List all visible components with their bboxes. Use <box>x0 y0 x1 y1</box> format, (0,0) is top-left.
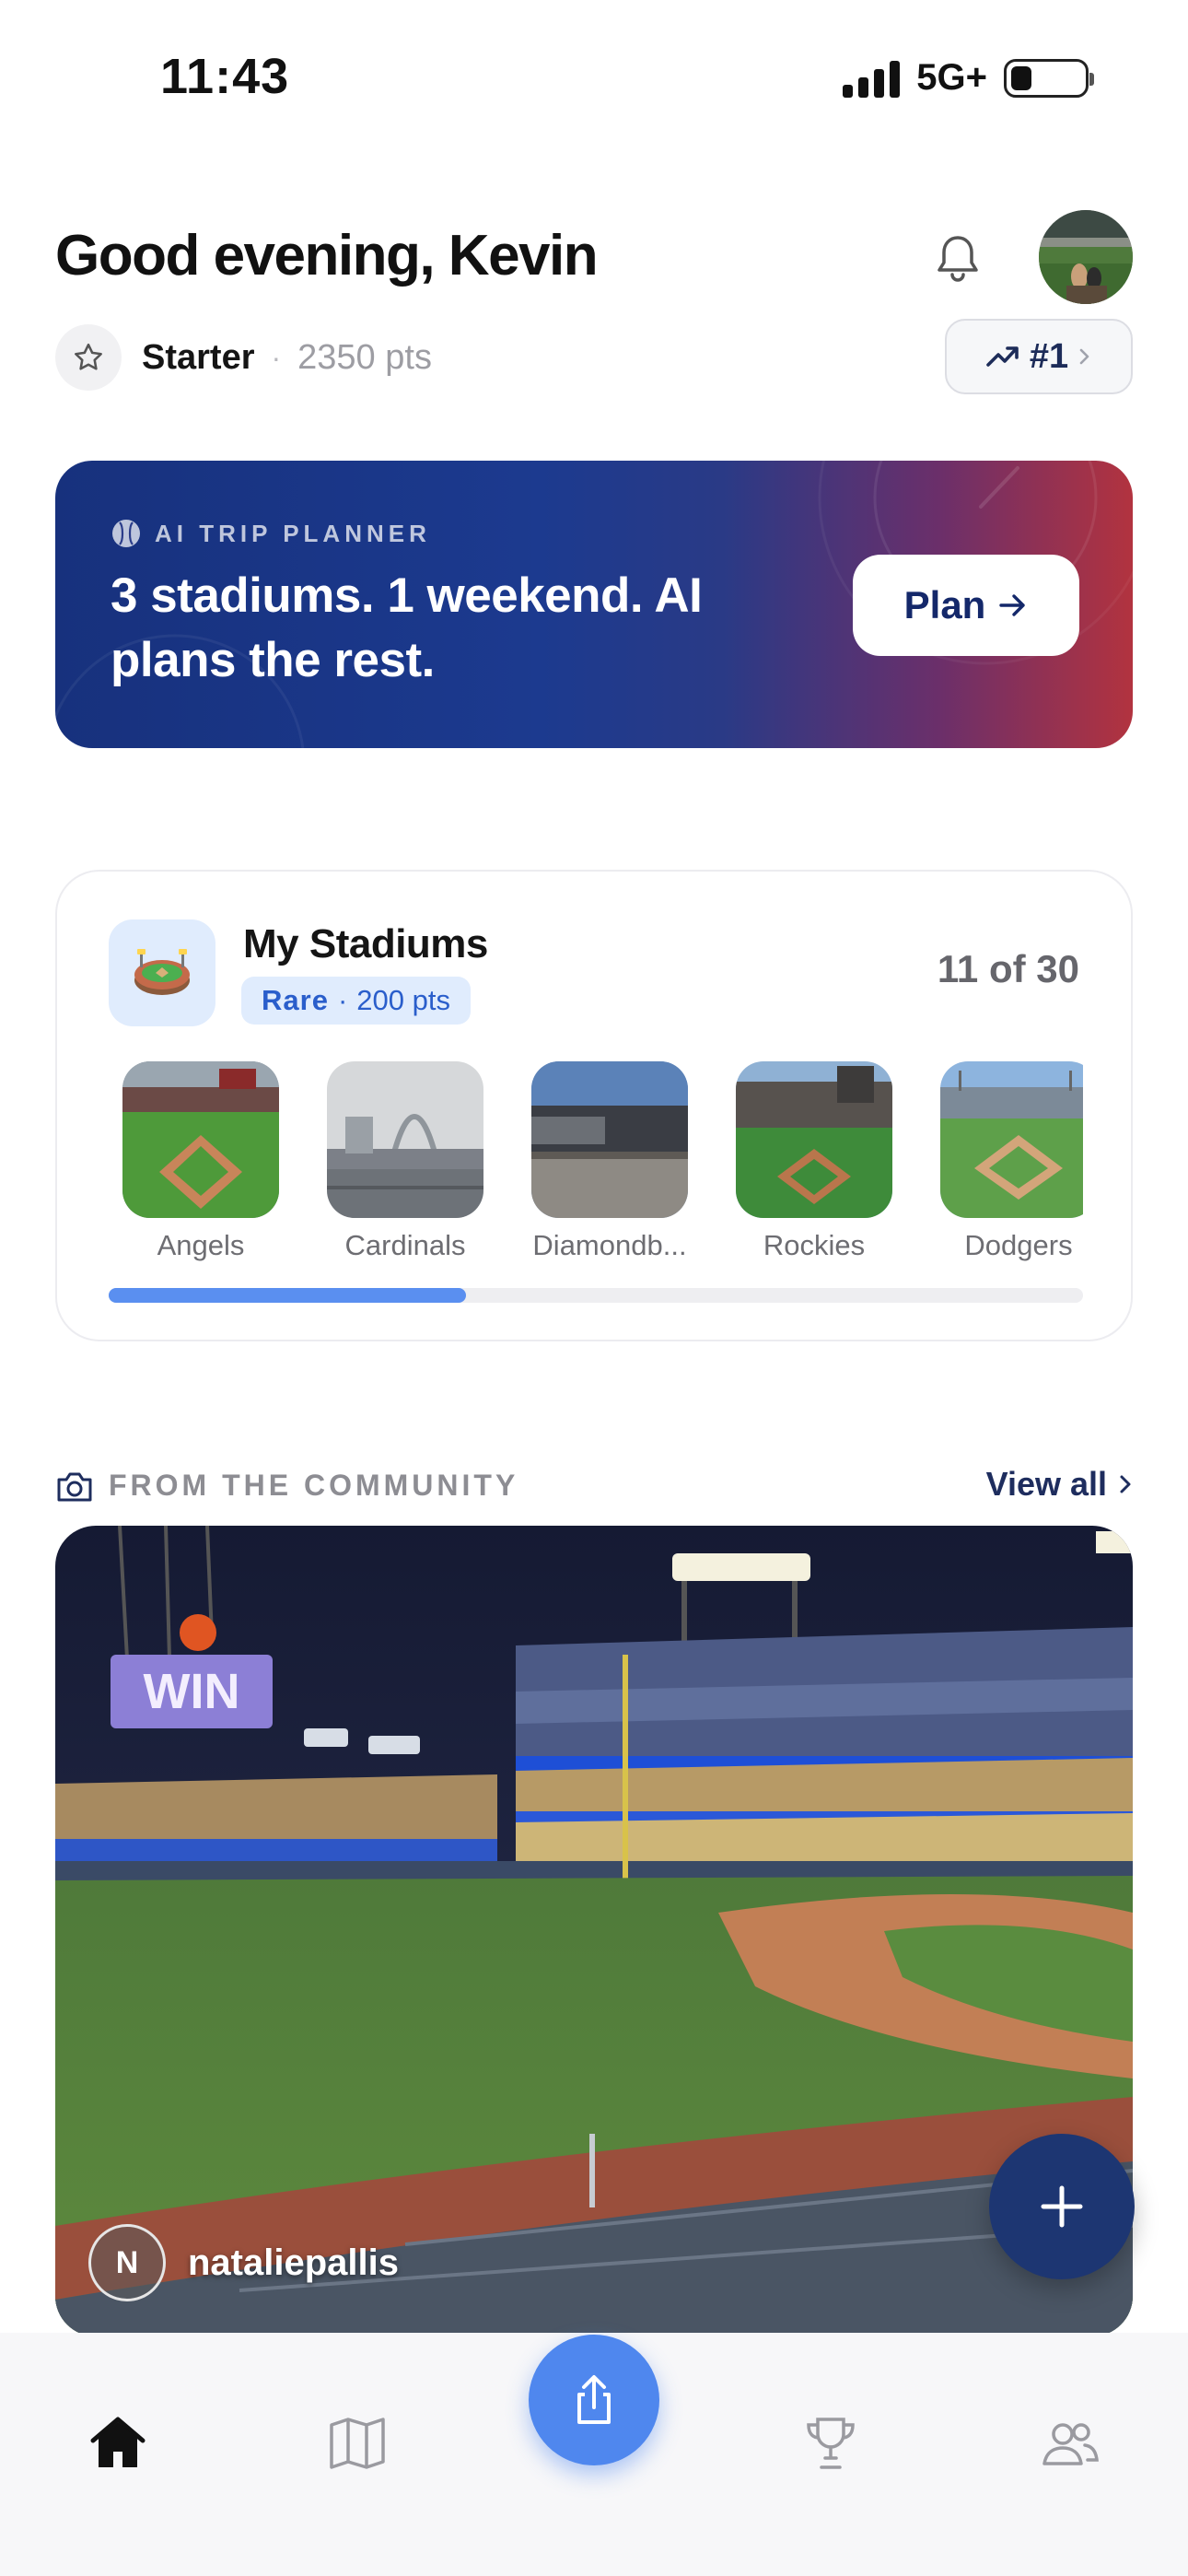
plan-button-label: Plan <box>903 583 986 626</box>
tier-row: Starter · 2350 pts <box>55 324 432 391</box>
chevron-right-icon <box>1079 348 1089 365</box>
status-bar: 11:43 5G+ <box>0 0 1188 157</box>
stadium-thumb-diamondbacks[interactable] <box>518 1061 702 1218</box>
stadium-count: 11 of 30 <box>937 947 1079 990</box>
star-icon <box>55 324 122 391</box>
add-post-button[interactable] <box>989 2134 1135 2279</box>
map-icon <box>330 2418 385 2469</box>
stadium-thumb-dodgers[interactable] <box>926 1061 1083 1218</box>
stadium-label: Cardinals <box>344 1229 466 1261</box>
stadium-label: Dodgers <box>964 1229 1073 1261</box>
stadium-thumb-angels[interactable] <box>109 1061 293 1218</box>
my-stadiums-card[interactable]: My Stadiums Rare · 200 pts 11 of 30 Ange… <box>55 870 1133 1341</box>
separator-dot: · <box>337 984 348 1016</box>
battery-icon <box>1004 58 1094 98</box>
stadium-label: Diamondb... <box>532 1229 687 1261</box>
tab-friends[interactable] <box>1033 2406 1107 2480</box>
camera-icon <box>57 1472 92 1502</box>
post-author[interactable]: N nataliepallis <box>88 2224 399 2301</box>
view-all-link[interactable]: View all <box>986 1465 1133 1504</box>
greeting-title: Good evening, Kevin <box>55 224 599 287</box>
stadium-label: Rockies <box>763 1229 866 1261</box>
rarity-badge: Rare · 200 pts <box>241 977 471 1025</box>
rank-value: #1 <box>1029 336 1069 376</box>
author-avatar: N <box>88 2224 166 2301</box>
users-icon <box>1042 2423 1099 2465</box>
stadium-icon <box>109 919 215 1026</box>
trophy-icon <box>807 2418 855 2469</box>
home-icon <box>90 2417 146 2467</box>
tier-name: Starter <box>142 337 255 377</box>
stadium-progress-bar <box>109 1288 1083 1303</box>
svg-text:WIN: WIN <box>144 1664 240 1719</box>
stadium-progress-fill <box>109 1288 467 1303</box>
stadium-thumbnails <box>109 1061 1083 1218</box>
separator-dot: · <box>271 340 282 374</box>
community-header: FROM THE COMMUNITY View all <box>55 1465 1133 1511</box>
rarity-points: 200 pts <box>356 984 450 1016</box>
trending-up-icon <box>986 346 1019 367</box>
tab-leaderboard[interactable] <box>794 2406 868 2480</box>
tab-home[interactable] <box>81 2406 155 2480</box>
ai-trip-planner-banner[interactable]: AI TRIP PLANNER 3 stadiums. 1 weekend. A… <box>55 461 1133 748</box>
plan-button[interactable]: Plan <box>853 555 1079 656</box>
banner-kicker: AI TRIP PLANNER <box>111 518 431 549</box>
signal-icon <box>843 59 901 98</box>
view-all-label: View all <box>985 1465 1107 1503</box>
stadium-night-photo: WIN <box>55 1526 1133 2336</box>
avatar[interactable] <box>1039 210 1133 304</box>
tab-map[interactable] <box>320 2406 394 2480</box>
stadium-thumb-rockies[interactable] <box>722 1061 906 1218</box>
baseball-icon <box>112 520 140 547</box>
community-photo[interactable]: WIN N nataliepallis <box>55 1526 1133 2336</box>
stadium-thumb-labels: Angels Cardinals Diamondb... Rockies Dod… <box>109 1229 1083 1275</box>
share-icon <box>577 2375 611 2424</box>
author-username: nataliepallis <box>188 2242 399 2283</box>
plus-icon <box>1041 2185 1083 2228</box>
stadium-label: Angels <box>157 1229 245 1261</box>
my-stadiums-title: My Stadiums <box>243 921 488 966</box>
rarity-label: Rare <box>262 984 329 1016</box>
arrow-right-icon <box>999 594 1026 616</box>
leaderboard-rank-button[interactable]: #1 <box>945 319 1133 394</box>
community-title: FROM THE COMMUNITY <box>109 1469 519 1502</box>
banner-kicker-text: AI TRIP PLANNER <box>155 519 431 547</box>
points-total: 2350 pts <box>297 337 432 377</box>
chevron-right-icon <box>1120 1475 1131 1493</box>
share-button[interactable] <box>529 2335 659 2465</box>
bell-icon[interactable] <box>928 228 987 287</box>
network-label: 5G+ <box>916 57 987 98</box>
status-time: 11:43 <box>160 49 290 104</box>
stadium-thumb-cardinals[interactable] <box>313 1061 497 1218</box>
status-indicators: 5G+ <box>843 57 1094 99</box>
banner-title: 3 stadiums. 1 weekend. AI plans the rest… <box>111 568 703 687</box>
